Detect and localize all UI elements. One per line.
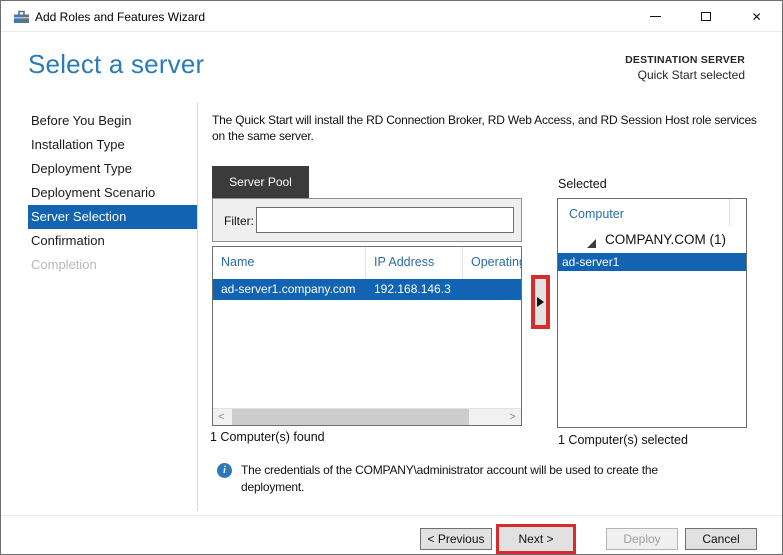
destination-server-value: Quick Start selected <box>637 68 745 82</box>
tree-expanded-icon[interactable] <box>587 235 596 253</box>
window-title: Add Roles and Features Wizard <box>35 10 206 24</box>
destination-server-label: DESTINATION SERVER <box>625 54 745 66</box>
tab-server-pool[interactable]: Server Pool <box>212 166 309 198</box>
footer-divider <box>1 515 782 516</box>
maximize-icon <box>701 12 711 21</box>
title-bar: Add Roles and Features Wizard ✕ <box>1 1 782 32</box>
horizontal-scrollbar[interactable]: < > <box>213 408 521 425</box>
destination-server-block: DESTINATION SERVER Quick Start selected <box>625 54 745 82</box>
window-controls: ✕ <box>630 1 782 32</box>
minimize-button[interactable] <box>630 1 681 32</box>
table-header-row: Name IP Address Operating <box>213 247 521 278</box>
tree-group-company-com[interactable]: COMPANY.COM (1) <box>605 232 726 247</box>
nav-item-server-selection[interactable]: Server Selection <box>28 205 197 229</box>
maximize-button[interactable] <box>681 1 732 32</box>
next-button-annotation: Next > <box>496 524 576 554</box>
wizard-icon <box>13 9 30 29</box>
server-ip-cell: 192.168.146.3 <box>374 282 451 296</box>
next-button[interactable]: Next > <box>499 527 573 551</box>
cancel-button[interactable]: Cancel <box>685 528 757 550</box>
scroll-right-icon[interactable]: > <box>504 409 521 425</box>
close-icon: ✕ <box>751 9 762 24</box>
wizard-window: Add Roles and Features Wizard ✕ Select a… <box>0 0 783 555</box>
wizard-steps-nav: Before You Begin Installation Type Deplo… <box>28 109 197 277</box>
column-header-operating-system[interactable]: Operating <box>463 247 521 278</box>
close-button[interactable]: ✕ <box>731 1 782 32</box>
page-title: Select a server <box>28 49 205 79</box>
add-server-button[interactable] <box>531 275 550 329</box>
deploy-button: Deploy <box>606 528 678 550</box>
minimize-icon <box>649 16 661 17</box>
info-icon: i <box>217 463 232 478</box>
selected-computers-panel: Computer COMPANY.COM (1) ad-server1 <box>557 198 747 428</box>
nav-item-confirmation[interactable]: Confirmation <box>28 229 197 253</box>
nav-item-before-you-begin[interactable]: Before You Begin <box>28 109 197 133</box>
computers-found-text: 1 Computer(s) found <box>210 430 325 444</box>
column-header-computer[interactable]: Computer <box>569 207 624 221</box>
selected-panel-label: Selected <box>558 177 607 191</box>
nav-item-completion: Completion <box>31 257 97 272</box>
credentials-info-row: i The credentials of the COMPANY\adminis… <box>217 462 707 496</box>
nav-item-installation-type[interactable]: Installation Type <box>28 133 197 157</box>
nav-item-deployment-type[interactable]: Deployment Type <box>28 157 197 181</box>
previous-button[interactable]: < Previous <box>420 528 492 550</box>
column-header-name[interactable]: Name <box>213 247 366 278</box>
nav-item-deployment-scenario[interactable]: Deployment Scenario <box>28 181 197 205</box>
server-pool-table: Name IP Address Operating ad-server1.com… <box>212 246 522 426</box>
computers-selected-text: 1 Computer(s) selected <box>558 433 688 447</box>
server-name-cell: ad-server1.company.com <box>221 282 356 296</box>
filter-panel: Filter: <box>212 198 522 242</box>
right-arrow-icon <box>537 297 544 307</box>
filter-input[interactable] <box>256 207 514 233</box>
page-description: The Quick Start will install the RD Conn… <box>212 113 757 143</box>
column-header-ip-address[interactable]: IP Address <box>366 247 463 278</box>
selected-server-item[interactable]: ad-server1 <box>558 253 746 271</box>
scrollbar-thumb[interactable] <box>232 409 469 425</box>
column-divider <box>729 199 730 226</box>
nav-content-divider <box>197 103 198 511</box>
credentials-info-text: The credentials of the COMPANY\administr… <box>241 463 658 494</box>
scroll-left-icon[interactable]: < <box>213 409 230 425</box>
server-row-selected[interactable]: ad-server1.company.com 192.168.146.3 <box>213 279 521 300</box>
filter-label: Filter: <box>224 214 254 228</box>
